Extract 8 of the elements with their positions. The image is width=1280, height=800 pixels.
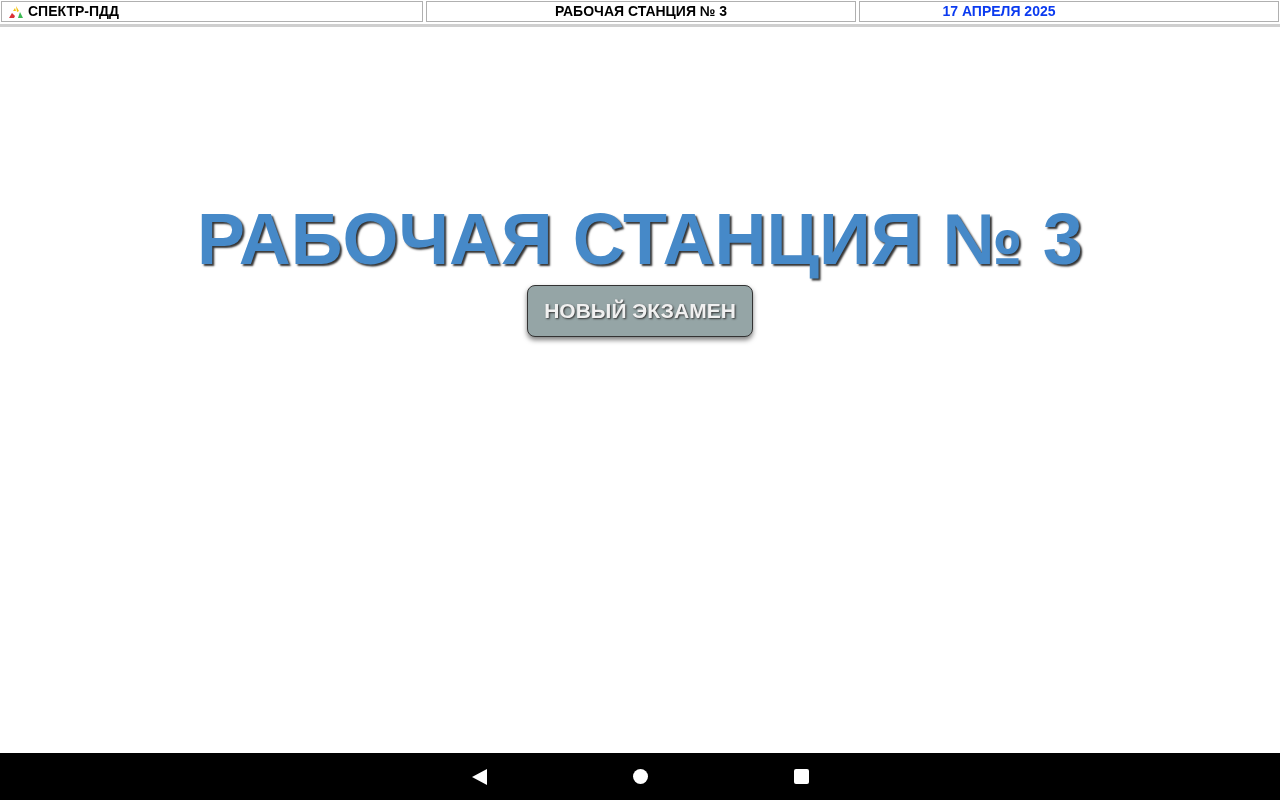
home-icon[interactable] bbox=[632, 769, 648, 784]
station-name: РАБОЧАЯ СТАНЦИЯ № 3 bbox=[554, 2, 728, 21]
date-label: 17 АПРЕЛЯ 2025 bbox=[942, 2, 1056, 21]
recents-icon[interactable] bbox=[793, 769, 809, 784]
back-icon[interactable] bbox=[471, 768, 487, 785]
station-title: РАБОЧАЯ СТАНЦИЯ № 3 bbox=[197, 199, 1083, 279]
new-exam-button[interactable]: НОВЫЙ ЭКЗАМЕН bbox=[527, 285, 753, 337]
app-name: СПЕКТР-ПДД bbox=[28, 2, 119, 21]
